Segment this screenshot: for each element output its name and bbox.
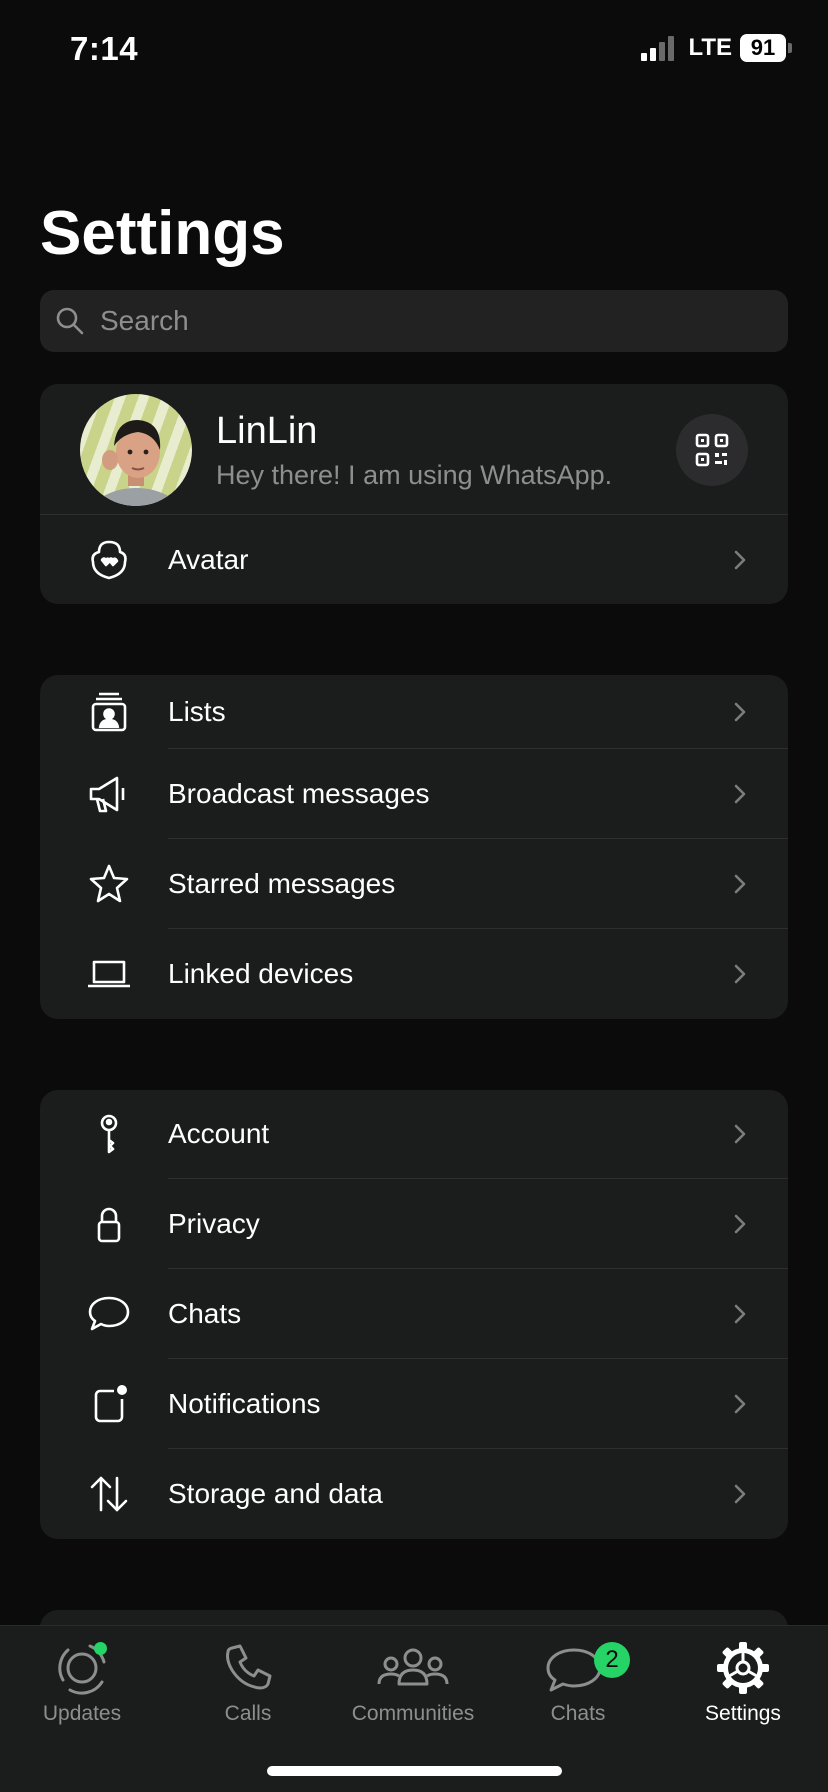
settings-gear-icon	[717, 1642, 769, 1694]
star-icon	[84, 859, 134, 909]
arrows-updown-icon	[84, 1469, 134, 1519]
search-icon	[56, 307, 84, 335]
privacy-row[interactable]: Privacy	[40, 1179, 788, 1268]
chats-label: Chats	[168, 1297, 242, 1329]
tab-calls[interactable]: Calls	[168, 1640, 328, 1726]
chevron-right-icon	[734, 702, 746, 721]
tab-chats[interactable]: 2 Chats	[498, 1640, 658, 1726]
settings-screen: 7:14 LTE 91 Settings Search LinLin Hey t…	[0, 0, 828, 1792]
notifications-label: Notifications	[168, 1387, 321, 1419]
search-placeholder: Search	[100, 305, 189, 336]
profile-row[interactable]: LinLin Hey there! I am using WhatsApp.	[40, 384, 788, 514]
chevron-right-icon	[734, 1484, 746, 1503]
laptop-icon	[84, 949, 134, 999]
profile-status: Hey there! I am using WhatsApp.	[216, 460, 613, 490]
profile-photo[interactable]	[80, 394, 192, 506]
storage-row[interactable]: Storage and data	[40, 1449, 788, 1538]
tools-card: Lists Broadcast messages Starred message…	[40, 675, 788, 1019]
linked-devices-label: Linked devices	[168, 957, 354, 989]
battery-level: 91	[740, 34, 786, 62]
home-indicator[interactable]	[267, 1766, 562, 1776]
signal-icon	[641, 35, 675, 61]
updates-indicator-dot	[94, 1642, 107, 1655]
search-input[interactable]: Search	[40, 290, 788, 352]
tab-updates[interactable]: Updates	[2, 1640, 162, 1726]
notification-icon	[84, 1379, 134, 1429]
chats-unread-badge: 2	[594, 1642, 630, 1678]
broadcast-label: Broadcast messages	[168, 777, 430, 809]
profile-card: LinLin Hey there! I am using WhatsApp. A…	[40, 384, 788, 604]
phone-icon	[226, 1644, 272, 1690]
account-label: Account	[168, 1118, 270, 1149]
tab-communities-label: Communities	[351, 1702, 475, 1725]
avatar-face-icon	[84, 535, 134, 585]
tab-settings[interactable]: Settings	[663, 1640, 823, 1726]
tab-chats-label: Chats	[550, 1702, 606, 1725]
chevron-right-icon	[734, 964, 746, 983]
avatar-label: Avatar	[168, 543, 249, 575]
storage-label: Storage and data	[168, 1477, 383, 1509]
chevron-right-icon	[734, 1304, 746, 1323]
chevron-right-icon	[734, 1394, 746, 1413]
account-row[interactable]: Account	[40, 1090, 788, 1178]
communities-icon	[377, 1648, 449, 1686]
qr-code-icon	[695, 433, 729, 467]
tab-updates-label: Updates	[42, 1702, 122, 1725]
tab-settings-label: Settings	[705, 1702, 781, 1725]
starred-row[interactable]: Starred messages	[40, 839, 788, 928]
chevron-right-icon	[734, 1124, 746, 1144]
chevron-right-icon	[734, 1214, 746, 1233]
chevron-right-icon	[734, 550, 746, 569]
lists-row[interactable]: Lists	[40, 675, 788, 748]
avatar-row[interactable]: Avatar	[40, 515, 788, 604]
chat-bubble-icon	[84, 1289, 134, 1339]
tab-calls-label: Calls	[224, 1702, 272, 1725]
linked-devices-row[interactable]: Linked devices	[40, 929, 788, 1018]
tab-communities[interactable]: Communities	[333, 1640, 493, 1726]
status-indicators: LTE 91	[641, 34, 792, 62]
lock-icon	[84, 1199, 134, 1249]
qr-code-button[interactable]	[676, 414, 748, 486]
status-bar: 7:14 LTE 91	[0, 0, 828, 100]
privacy-label: Privacy	[168, 1207, 260, 1239]
network-type: LTE	[688, 34, 732, 61]
chevron-right-icon	[734, 784, 746, 803]
lists-label: Lists	[168, 695, 226, 727]
broadcast-row[interactable]: Broadcast messages	[40, 749, 788, 838]
megaphone-icon	[84, 769, 134, 819]
key-icon	[84, 1109, 134, 1159]
notifications-row[interactable]: Notifications	[40, 1359, 788, 1448]
status-time: 7:14	[70, 30, 139, 67]
page-title: Settings	[40, 199, 285, 268]
profile-name: LinLin	[216, 410, 318, 452]
lists-icon	[84, 687, 134, 737]
settings-card: Account Privacy Chats Notifications Stor…	[40, 1090, 788, 1539]
starred-label: Starred messages	[168, 867, 396, 899]
battery-icon: 91	[740, 34, 792, 62]
chevron-right-icon	[734, 874, 746, 893]
chats-row[interactable]: Chats	[40, 1269, 788, 1358]
